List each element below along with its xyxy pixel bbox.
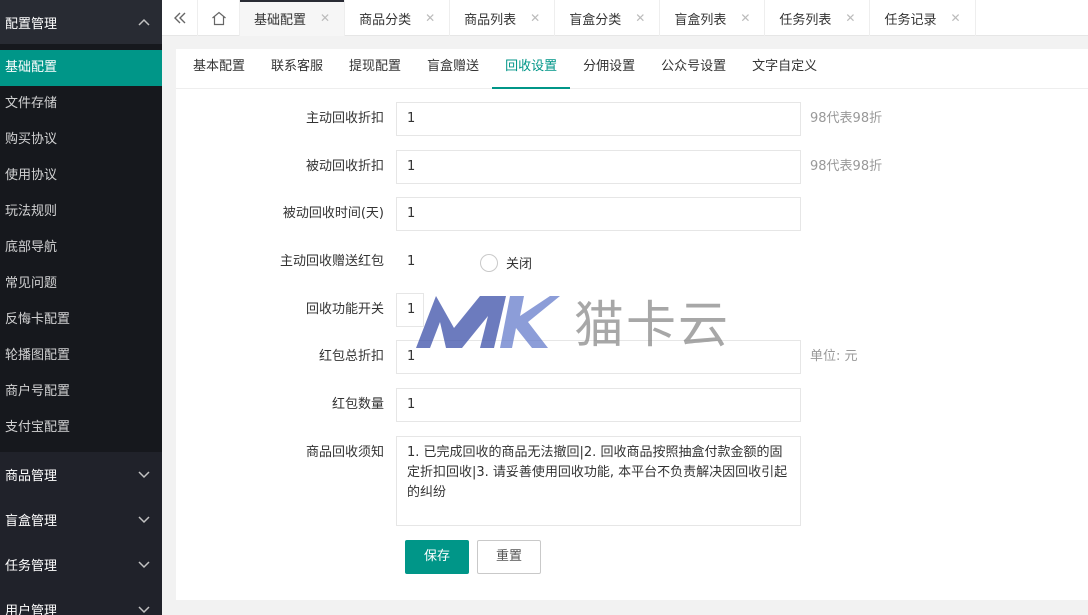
passive-time-label: 被动回收时间(天) xyxy=(282,206,384,221)
sidebar-item-merchant[interactable]: 商户号配置 xyxy=(0,374,162,410)
form-row-passive-discount: 被动回收折扣 1 98代表98折 xyxy=(176,150,1088,184)
close-icon[interactable]: ✕ xyxy=(845,11,855,25)
close-icon[interactable]: ✕ xyxy=(320,11,330,25)
gift-packet-radio[interactable]: 关闭 xyxy=(480,253,532,272)
tab-label: 基础配置 xyxy=(254,12,307,28)
sidebar-group-tasks[interactable]: 任务管理 xyxy=(0,542,162,587)
chevron-down-icon xyxy=(138,558,150,572)
tab-label: 盲盒分类 xyxy=(569,12,622,28)
chevron-up-icon xyxy=(138,15,150,29)
sidebar-group-label: 任务管理 xyxy=(5,559,58,574)
sidebar-item-file-storage[interactable]: 文件存储 xyxy=(0,86,162,122)
reset-button[interactable]: 重置 xyxy=(477,540,542,574)
sidebar-item-faq[interactable]: 常见问题 xyxy=(0,266,162,302)
packet-total-input[interactable]: 1 xyxy=(396,340,801,374)
close-icon[interactable]: ✕ xyxy=(740,11,750,25)
home-icon xyxy=(211,11,226,25)
sidebar-item-usage-agreement[interactable]: 使用协议 xyxy=(0,158,162,194)
tab-label: 商品列表 xyxy=(464,12,517,28)
form-row-packet-total: 红包总折扣 1 单位: 元 xyxy=(176,340,1088,374)
tab-blindbox-category[interactable]: 盲盒分类 ✕ xyxy=(555,0,661,36)
form-row-passive-time: 被动回收时间(天) 1 xyxy=(176,197,1088,231)
chevron-down-icon xyxy=(138,513,150,527)
scroll-left-button[interactable] xyxy=(162,0,198,36)
sidebar-group-label: 盲盒管理 xyxy=(5,514,58,529)
settings-tabs: 基本配置 联系客服 提现配置 盲盒赠送 回收设置 分佣设置 公众号设置 文字自定… xyxy=(176,49,1088,89)
packet-total-label: 红包总折扣 xyxy=(318,349,384,364)
sidebar-item-carousel[interactable]: 轮播图配置 xyxy=(0,338,162,374)
chevron-down-icon xyxy=(138,603,150,615)
subtab-withdraw[interactable]: 提现配置 xyxy=(336,49,414,89)
close-icon[interactable]: ✕ xyxy=(425,11,435,25)
tab-product-category[interactable]: 商品分类 ✕ xyxy=(345,0,451,36)
home-button[interactable] xyxy=(198,0,240,36)
content-card: 基本配置 联系客服 提现配置 盲盒赠送 回收设置 分佣设置 公众号设置 文字自定… xyxy=(176,49,1088,600)
sidebar-group-label: 配置管理 xyxy=(5,16,58,32)
tab-label: 商品分类 xyxy=(359,12,412,28)
tab-basic-config[interactable]: 基础配置 ✕ xyxy=(240,0,346,36)
recycle-switch-label: 回收功能开关 xyxy=(305,302,384,317)
sidebar-item-regret-card[interactable]: 反悔卡配置 xyxy=(0,302,162,338)
passive-discount-hint: 98代表98折 xyxy=(810,159,883,174)
packet-count-label: 红包数量 xyxy=(331,397,384,412)
form-row-gift-packet: 主动回收赠送红包 1 关闭 xyxy=(176,245,1088,279)
subtab-recycle[interactable]: 回收设置 xyxy=(492,49,571,89)
double-chevron-left-icon xyxy=(173,12,185,24)
close-icon[interactable]: ✕ xyxy=(635,11,645,25)
active-discount-hint: 98代表98折 xyxy=(810,111,883,126)
close-icon[interactable]: ✕ xyxy=(950,11,960,25)
subtab-commission[interactable]: 分佣设置 xyxy=(570,49,648,89)
packet-count-input[interactable]: 1 xyxy=(396,388,801,422)
sidebar-group-config[interactable]: 配置管理 xyxy=(0,0,162,44)
packet-total-hint: 单位: 元 xyxy=(810,349,858,364)
tab-product-list[interactable]: 商品列表 ✕ xyxy=(450,0,556,36)
sidebar-item-alipay[interactable]: 支付宝配置 xyxy=(0,410,162,446)
subtab-official-account[interactable]: 公众号设置 xyxy=(648,49,739,89)
tab-task-list[interactable]: 任务列表 ✕ xyxy=(765,0,871,36)
passive-discount-input[interactable]: 1 xyxy=(396,150,801,184)
sidebar-item-basic-config[interactable]: 基础配置 xyxy=(0,50,162,86)
tab-label: 任务列表 xyxy=(779,12,832,28)
subtab-text-custom[interactable]: 文字自定义 xyxy=(739,49,830,89)
sidebar-group-users[interactable]: 用户管理 xyxy=(0,587,162,615)
passive-time-input[interactable]: 1 xyxy=(396,197,801,231)
form-row-notice: 商品回收须知 1. 已完成回收的商品无法撤回|2. 回收商品按照抽盒付款金额的固… xyxy=(176,436,1088,526)
sidebar-item-game-rules[interactable]: 玩法规则 xyxy=(0,194,162,230)
tab-bar: 基础配置 ✕ 商品分类 ✕ 商品列表 ✕ 盲盒分类 ✕ 盲盒列表 ✕ 任务列表 … xyxy=(162,0,1088,36)
radio-circle-icon xyxy=(480,253,498,272)
close-icon[interactable]: ✕ xyxy=(530,11,540,25)
passive-discount-label: 被动回收折扣 xyxy=(305,159,384,174)
sidebar-group-label: 商品管理 xyxy=(5,469,58,484)
subtab-basic[interactable]: 基本配置 xyxy=(180,49,258,89)
sidebar-item-bottom-nav[interactable]: 底部导航 xyxy=(0,230,162,266)
sidebar-group-blindbox[interactable]: 盲盒管理 xyxy=(0,497,162,542)
active-discount-label: 主动回收折扣 xyxy=(305,111,384,126)
radio-label: 关闭 xyxy=(506,257,533,272)
subtab-blindbox-gift[interactable]: 盲盒赠送 xyxy=(414,49,492,89)
notice-label: 商品回收须知 xyxy=(305,445,384,460)
form-row-packet-count: 红包数量 1 xyxy=(176,388,1088,422)
tab-blindbox-list[interactable]: 盲盒列表 ✕ xyxy=(660,0,766,36)
gift-packet-label: 主动回收赠送红包 xyxy=(279,254,384,269)
subtab-customer-service[interactable]: 联系客服 xyxy=(258,49,336,89)
active-discount-input[interactable]: 1 xyxy=(396,102,801,136)
recycle-switch-input[interactable]: 1 xyxy=(396,293,424,327)
notice-textarea[interactable]: 1. 已完成回收的商品无法撤回|2. 回收商品按照抽盒付款金额的固定折扣回收|3… xyxy=(396,436,801,526)
tab-label: 任务记录 xyxy=(884,12,937,28)
sidebar-item-purchase-agreement[interactable]: 购买协议 xyxy=(0,122,162,158)
form-row-active-discount: 主动回收折扣 1 98代表98折 xyxy=(176,102,1088,136)
chevron-down-icon xyxy=(138,468,150,482)
tab-task-record[interactable]: 任务记录 ✕ xyxy=(870,0,976,36)
sidebar-group-label: 用户管理 xyxy=(5,604,58,615)
sidebar-config-list: 基础配置 文件存储 购买协议 使用协议 玩法规则 底部导航 常见问题 反悔卡配置… xyxy=(0,44,162,452)
save-button[interactable]: 保存 xyxy=(405,540,470,574)
tab-label: 盲盒列表 xyxy=(674,12,727,28)
form-row-recycle-switch: 回收功能开关 1 xyxy=(176,293,1088,327)
sidebar-group-products[interactable]: 商品管理 xyxy=(0,452,162,497)
gift-packet-input[interactable]: 1 xyxy=(396,245,466,279)
sidebar: 配置管理 基础配置 文件存储 购买协议 使用协议 玩法规则 底部导航 常见问题 … xyxy=(0,0,162,615)
